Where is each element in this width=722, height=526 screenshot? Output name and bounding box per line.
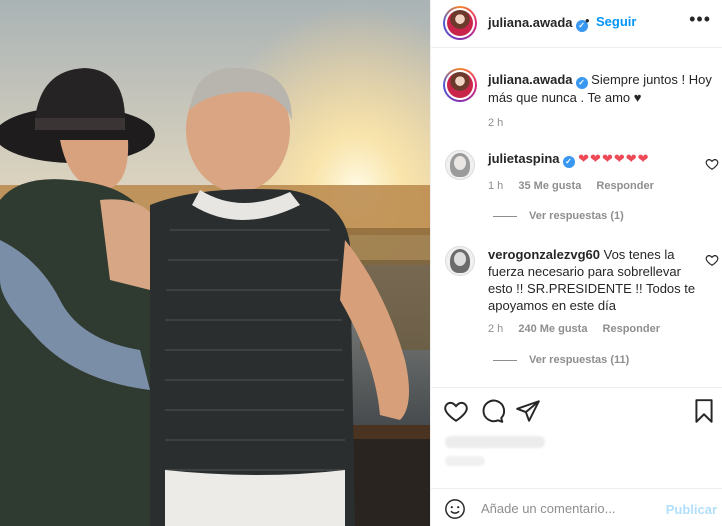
author-avatar[interactable] xyxy=(443,6,477,40)
paper-plane-icon[interactable] xyxy=(515,398,541,424)
speech-bubble-icon[interactable] xyxy=(479,398,505,424)
reply-button[interactable]: Responder xyxy=(603,323,660,335)
post-header: juliana.awada ✓ • Seguir ••• xyxy=(431,0,722,48)
author-name-row: juliana.awada ✓ xyxy=(488,14,588,32)
heart-outline-icon[interactable] xyxy=(443,398,469,424)
caption-author-avatar[interactable] xyxy=(443,68,477,102)
caption-username[interactable]: juliana.awada xyxy=(488,72,573,87)
commenter-username[interactable]: julietaspina xyxy=(488,151,560,166)
view-replies-label: Ver respuestas (11) xyxy=(529,354,630,366)
caption-timestamp[interactable]: 2 h xyxy=(488,117,503,129)
comment-input[interactable] xyxy=(481,497,661,519)
action-bar xyxy=(431,392,722,432)
more-options-icon[interactable]: ••• xyxy=(689,10,711,28)
commenter-username[interactable]: verogonzalezvg60 xyxy=(488,247,600,262)
verified-badge-icon: ✓ xyxy=(575,77,588,89)
caption-heart: ♥ xyxy=(633,90,642,105)
comment-like-icon[interactable] xyxy=(705,253,719,267)
comment-like-icon[interactable] xyxy=(705,157,719,171)
comment-time[interactable]: 1 h xyxy=(488,180,503,192)
comment-item: verogonzalezvg60 Vos tenes la fuerza nec… xyxy=(488,246,703,314)
smiley-face-icon[interactable] xyxy=(444,498,466,520)
author-username[interactable]: juliana.awada xyxy=(488,15,573,30)
commenter-avatar[interactable] xyxy=(445,150,475,180)
post-time-blurred xyxy=(445,456,485,466)
view-replies-button[interactable]: Ver respuestas (1) xyxy=(493,210,624,222)
follow-button[interactable]: Seguir xyxy=(596,14,636,29)
bookmark-icon[interactable] xyxy=(691,398,717,424)
view-replies-label: Ver respuestas (1) xyxy=(529,210,624,222)
comments-list[interactable]: juliana.awada ✓ Siempre juntos ! Hoy más … xyxy=(431,49,722,388)
commenter-avatar[interactable] xyxy=(445,246,475,276)
reply-button[interactable]: Responder xyxy=(596,180,653,192)
comment-item: julietaspina ✓ ❤❤❤❤❤❤ xyxy=(488,150,703,168)
comment-meta: 1 h 35 Me gusta Responder xyxy=(488,180,666,192)
publish-button[interactable]: Publicar xyxy=(666,502,717,517)
comment-likes[interactable]: 35 Me gusta xyxy=(518,180,581,192)
add-comment-bar: Publicar xyxy=(431,488,722,526)
post-photo[interactable] xyxy=(0,0,430,526)
likes-count-blurred[interactable] xyxy=(445,436,545,448)
view-replies-button[interactable]: Ver respuestas (11) xyxy=(493,354,629,366)
comment-likes[interactable]: 240 Me gusta xyxy=(518,323,587,335)
replies-divider xyxy=(493,359,517,361)
comment-time[interactable]: 2 h xyxy=(488,323,503,335)
post-image xyxy=(0,0,430,526)
caption: juliana.awada ✓ Siempre juntos ! Hoy más … xyxy=(488,71,713,107)
comment-text: ❤❤❤❤❤❤ xyxy=(578,151,650,166)
separator-dot: • xyxy=(585,13,590,28)
replies-divider xyxy=(493,215,517,217)
verified-badge-icon: ✓ xyxy=(562,156,575,168)
post-side-panel: juliana.awada ✓ • Seguir ••• juliana.awad… xyxy=(430,0,722,526)
comment-meta: 2 h 240 Me gusta Responder xyxy=(488,323,672,335)
